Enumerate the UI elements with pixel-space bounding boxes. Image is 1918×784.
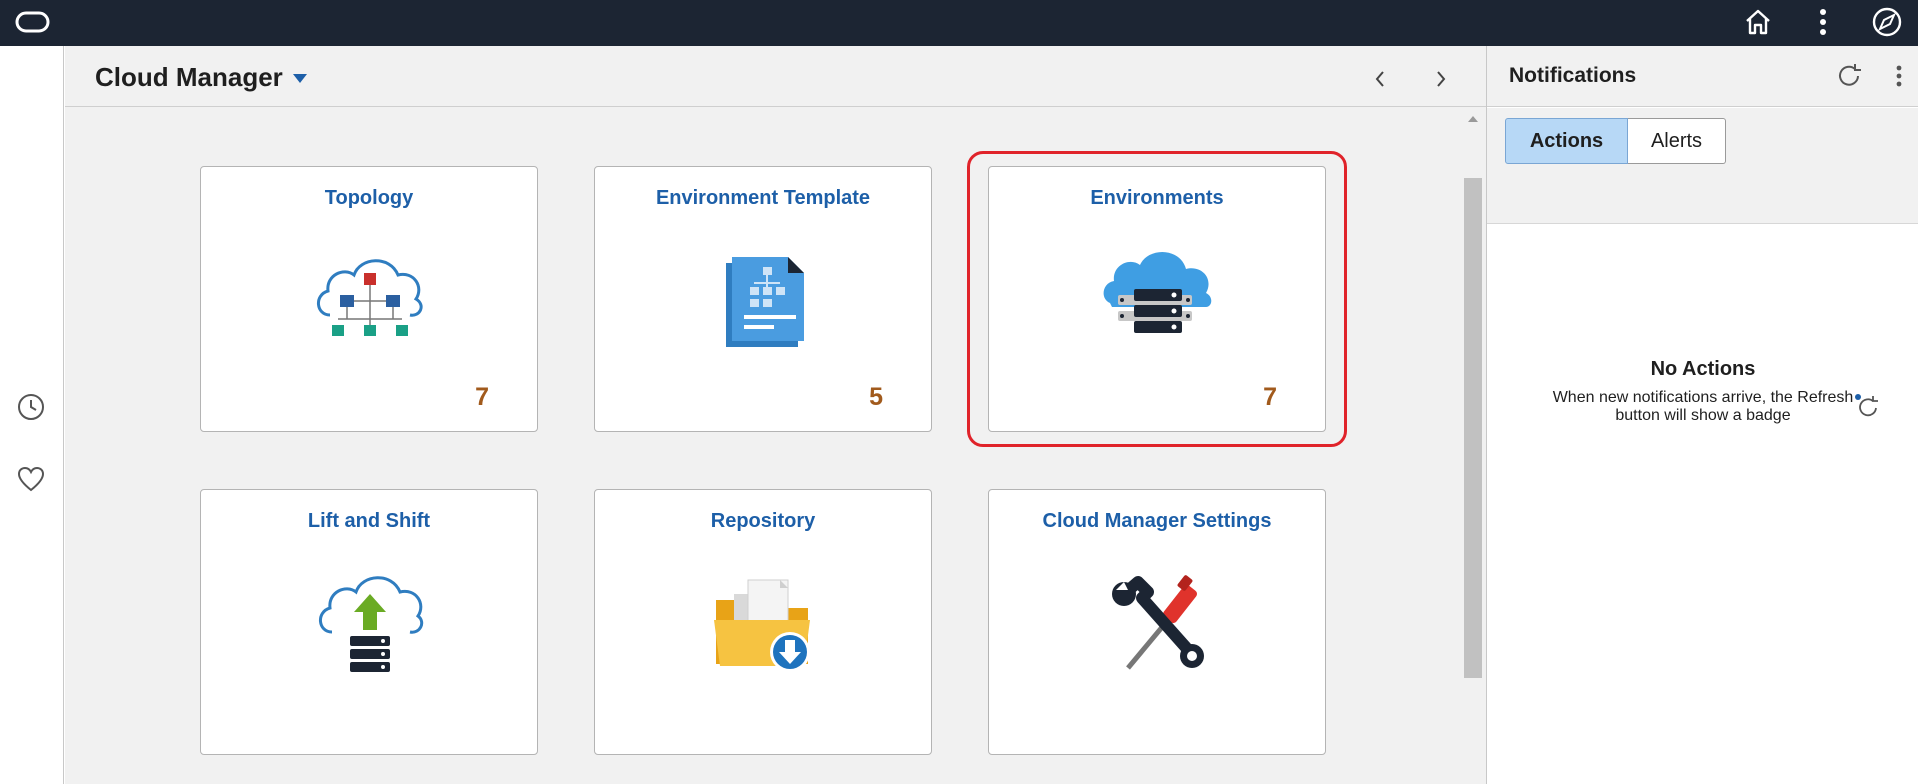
lift-shift-upload-icon <box>319 576 424 672</box>
refresh-badge-icon <box>1855 394 1878 417</box>
oracle-logo-icon[interactable] <box>15 11 50 33</box>
tile-count: 5 <box>869 383 883 411</box>
notifications-title: Notifications <box>1509 64 1637 87</box>
empty-state-title: No Actions <box>1650 358 1756 380</box>
chevron-left-icon[interactable] <box>1365 64 1395 94</box>
topology-cloud-icon <box>317 259 423 336</box>
tab-actions[interactable]: Actions <box>1505 118 1628 164</box>
scroll-thumb[interactable] <box>1464 178 1482 678</box>
notifications-panel: Notifications Actions Alerts No Actions … <box>1486 46 1918 784</box>
chevron-down-icon <box>292 74 307 83</box>
tile-cloud-manager-settings[interactable]: Cloud Manager Settings <box>988 489 1326 755</box>
page-title-dropdown[interactable]: Cloud Manager <box>95 62 307 93</box>
tile-title: Environments <box>1090 187 1224 209</box>
navigator-compass-icon[interactable] <box>1869 4 1905 40</box>
notifications-header: Notifications <box>1487 46 1918 107</box>
tile-count: 7 <box>475 383 489 411</box>
repository-folder-icon <box>714 579 810 672</box>
tile-title: Repository <box>710 510 816 532</box>
template-document-icon <box>726 257 804 347</box>
empty-state-message: When new notifications arrive, the Refre… <box>1552 389 1854 424</box>
tab-alerts[interactable]: Alerts <box>1628 118 1726 164</box>
tile-topology[interactable]: Topology 7 <box>200 166 538 432</box>
more-vert-icon[interactable] <box>1881 58 1917 94</box>
home-icon[interactable] <box>1740 4 1776 40</box>
page-header: Cloud Manager <box>65 46 1486 107</box>
tile-title: Cloud Manager Settings <box>1042 510 1272 532</box>
refresh-icon[interactable] <box>1831 58 1867 94</box>
tile-title: Topology <box>324 187 414 209</box>
main-content: Cloud Manager Topology 7 Environment Tem… <box>65 46 1486 784</box>
tile-lift-and-shift[interactable]: Lift and Shift <box>200 489 538 755</box>
notifications-tabs: Actions Alerts <box>1505 118 1726 164</box>
tile-environments[interactable]: Environments 7 <box>988 166 1326 432</box>
favorites-heart-icon[interactable] <box>14 462 48 496</box>
tile-title: Environment Template <box>655 187 871 209</box>
tile-title: Lift and Shift <box>307 510 431 532</box>
tile-repository[interactable]: Repository <box>594 489 932 755</box>
top-banner <box>0 0 1918 46</box>
settings-tools-icon <box>1112 575 1204 670</box>
scroll-up-arrow-icon[interactable] <box>1468 116 1478 122</box>
chevron-right-icon[interactable] <box>1426 64 1456 94</box>
tile-environment-template[interactable]: Environment Template 5 <box>594 166 932 432</box>
tile-count: 7 <box>1263 383 1277 411</box>
recent-clock-icon[interactable] <box>14 390 48 424</box>
left-rail <box>0 46 64 784</box>
page-title: Cloud Manager <box>95 62 283 92</box>
environments-cloud-server-icon <box>1103 251 1212 333</box>
more-vert-icon[interactable] <box>1805 4 1841 40</box>
scrollbar[interactable] <box>1462 116 1484 784</box>
